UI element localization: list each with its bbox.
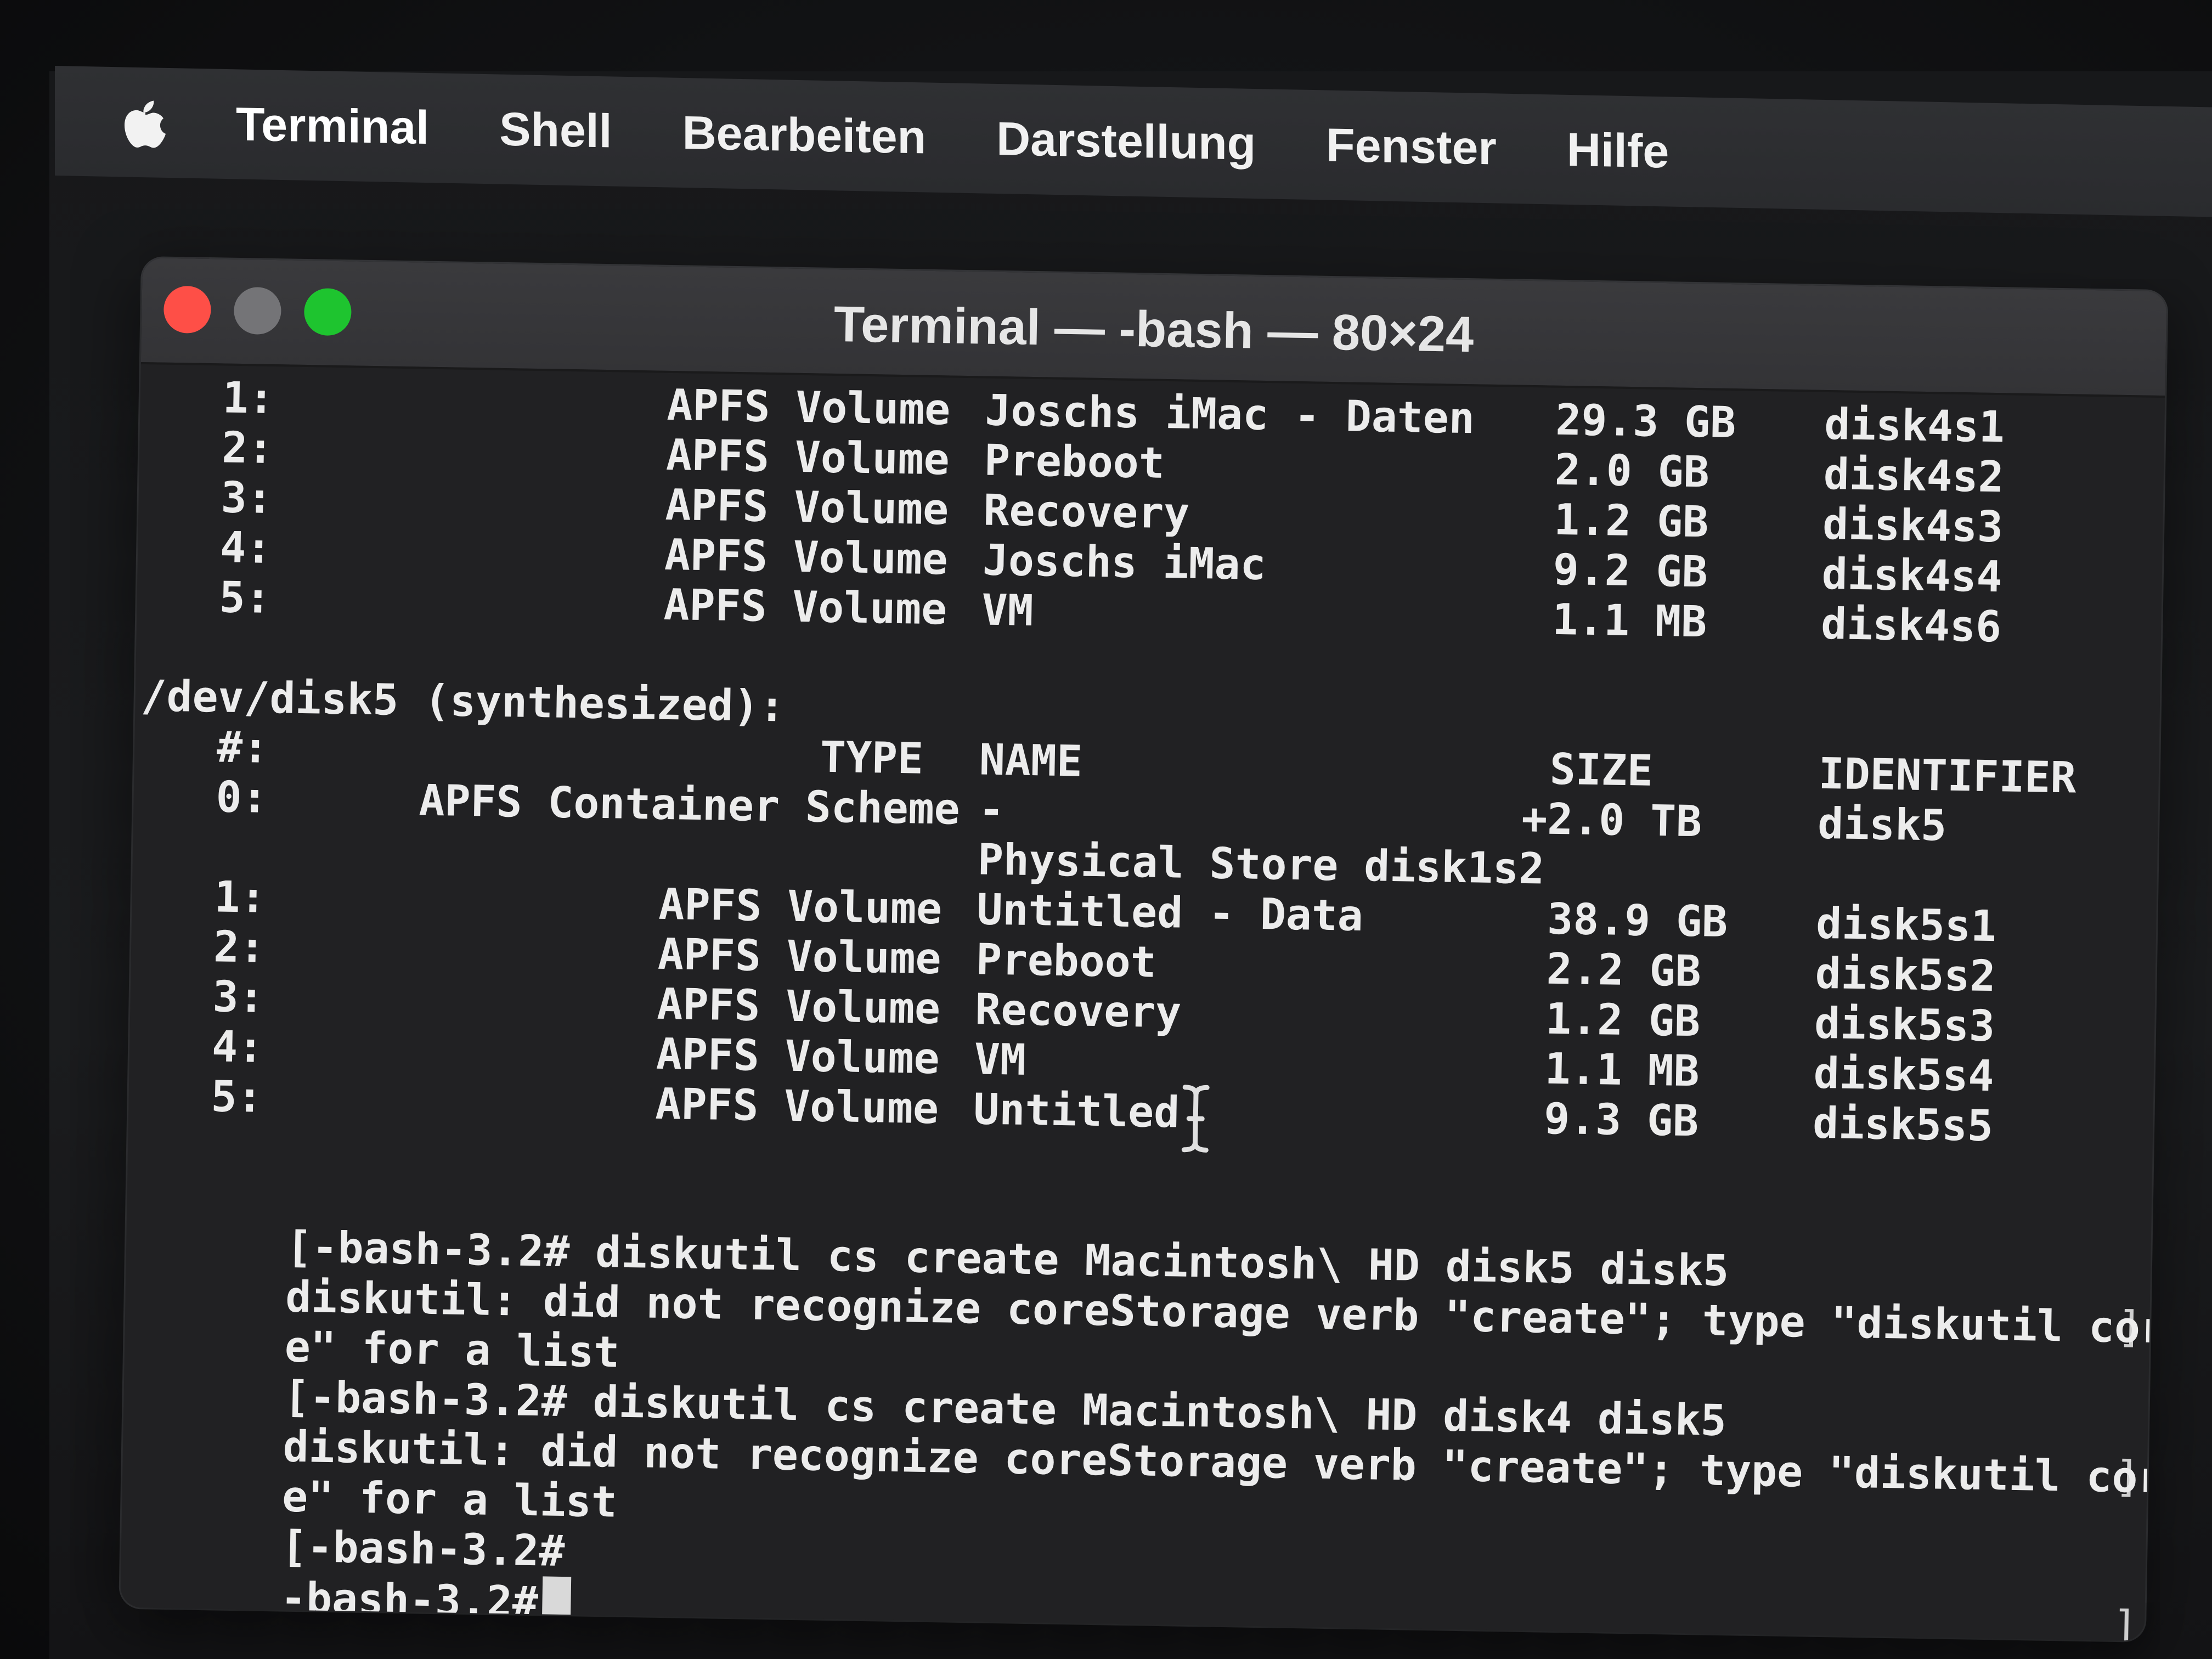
partition-name: - [978, 785, 1005, 836]
terminal-window[interactable]: Terminal — -bash — 80×24 1: APFS Volume … [120, 258, 2167, 1641]
partition-type: APFS Container Scheme [418, 776, 961, 834]
partition-size: 1.2 GB [1553, 495, 1709, 548]
physical-store: Physical Store disk1s2 [977, 835, 1545, 894]
line-bracket: ] [2112, 1601, 2138, 1641]
partition-type: APFS Volume [656, 1029, 940, 1084]
partition-name: Joschs iMac [982, 535, 1267, 590]
partition-index: 4: [219, 523, 272, 573]
terminal-output[interactable]: 1: APFS Volume Joschs iMac - Daten 29.3 … [120, 364, 2166, 1640]
partition-identifier: disk4s2 [1823, 449, 2005, 503]
partition-index: 2: [221, 423, 274, 473]
column-identifier: IDENTIFIER [1818, 749, 2077, 803]
partition-size: 9.3 GB [1543, 1094, 1699, 1147]
partition-name: Untitled - Data [976, 885, 1364, 941]
partition-name: Recovery [983, 486, 1190, 539]
partition-size: 9.2 GB [1553, 545, 1708, 597]
partition-name: Recovery [974, 985, 1182, 1038]
menu-terminal[interactable]: Terminal [236, 97, 429, 155]
partition-type: APFS Volume [657, 929, 942, 984]
partition-name: Joschs iMac - Daten [984, 386, 1475, 444]
menu-shell[interactable]: Shell [499, 102, 612, 159]
partition-identifier: disk4s4 [1821, 549, 2003, 602]
partition-size: 2.0 GB [1554, 445, 1710, 498]
partition-type: APFS Volume [664, 480, 949, 535]
partition-index: 5: [219, 573, 272, 623]
menu-fenster[interactable]: Fenster [1326, 118, 1497, 176]
partition-type: APFS Volume [663, 580, 947, 635]
partition-name: Untitled [973, 1085, 1180, 1138]
partition-index: 5: [210, 1072, 263, 1122]
partition-index: 3: [221, 473, 273, 523]
partition-type: APFS Volume [665, 430, 950, 485]
partition-identifier: disk5s4 [1813, 1048, 1995, 1102]
apple-logo-icon[interactable] [121, 94, 170, 150]
partition-index: 3: [212, 972, 265, 1023]
partition-type: APFS Volume [654, 1079, 939, 1134]
partition-type: APFS Volume [664, 530, 949, 585]
column-name: NAME [979, 735, 1083, 787]
partition-size: 1.2 GB [1545, 994, 1701, 1047]
window-title: Terminal — -bash — 80×24 [833, 296, 1475, 363]
menu-hilfe[interactable]: Hilfe [1567, 122, 1669, 179]
partition-identifier: disk5s2 [1815, 949, 1996, 1002]
partition-name: Preboot [975, 935, 1157, 988]
column-index: #: [216, 723, 269, 773]
partition-name: Preboot [984, 436, 1165, 488]
partition-identifier: disk5s1 [1815, 899, 1997, 952]
partition-size: 1.1 MB [1544, 1044, 1700, 1097]
partition-identifier: disk5s5 [1812, 1098, 1994, 1152]
column-size: SIZE [1549, 744, 1654, 796]
menu-bearbeiten[interactable]: Bearbeiten [682, 105, 927, 165]
partition-identifier: disk5 [1817, 799, 1947, 851]
partition-size: 29.3 GB [1555, 395, 1736, 448]
partition-index: 2: [213, 922, 266, 973]
partition-size: 1.1 MB [1551, 595, 1707, 647]
partition-identifier: disk4s1 [1824, 399, 2005, 453]
partition-index: 4: [211, 1022, 264, 1073]
partition-index: 1: [213, 872, 267, 923]
menu-darstellung[interactable]: Darstellung [996, 111, 1256, 171]
partition-size: 2.2 GB [1546, 944, 1702, 997]
partition-type: APFS Volume [666, 380, 951, 435]
partition-size: 38.9 GB [1547, 894, 1728, 947]
partition-index: 0: [215, 772, 268, 823]
partition-identifier: disk4s3 [1822, 499, 2004, 552]
partition-type: APFS Volume [658, 879, 943, 934]
partition-size: +2.0 TB [1521, 794, 1702, 847]
partition-identifier: disk4s6 [1820, 599, 2002, 652]
column-type: TYPE [820, 732, 924, 784]
partition-index: 1: [222, 373, 275, 424]
partition-name: VM [974, 1035, 1026, 1085]
partition-identifier: disk5s3 [1814, 998, 1995, 1052]
partition-type: APFS Volume [656, 979, 941, 1034]
partition-name: VM [981, 585, 1034, 636]
